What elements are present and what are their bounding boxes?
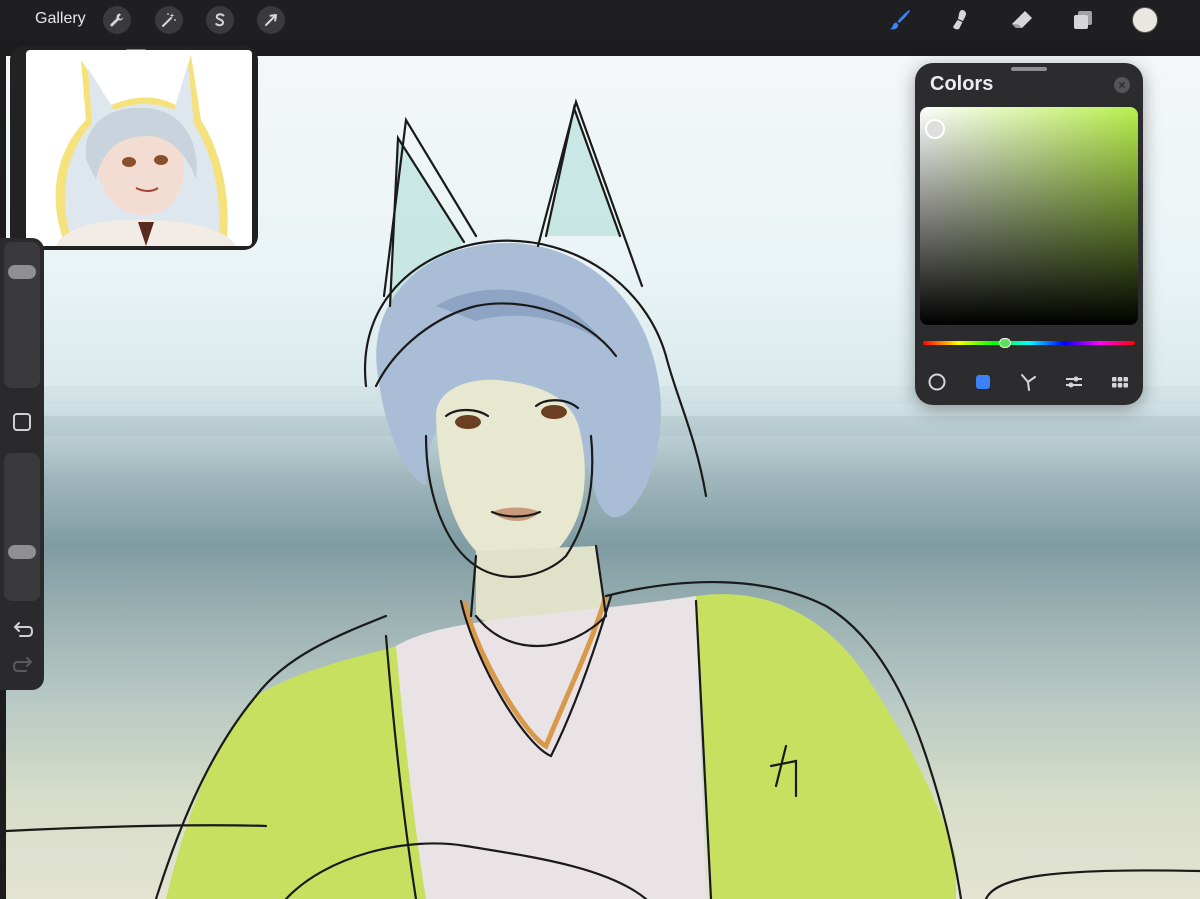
smudge-tool-button[interactable]	[946, 6, 974, 34]
layers-icon	[1074, 11, 1092, 29]
disc-mode-button[interactable]	[926, 371, 948, 393]
colors-panel-grabber[interactable]	[1011, 67, 1047, 71]
classic-mode-button[interactable]	[972, 371, 994, 393]
top-toolbar: Gallery	[0, 0, 1200, 40]
reference-window[interactable]	[10, 46, 258, 250]
brush-tool-button[interactable]	[886, 6, 914, 34]
harmony-mode-icon	[1021, 374, 1036, 391]
hue-slider[interactable]	[923, 338, 1135, 348]
close-icon[interactable]: ×	[1114, 77, 1130, 93]
magic-wand-icon	[162, 13, 176, 27]
brush-icon	[890, 10, 910, 30]
layers-button[interactable]	[1069, 6, 1097, 34]
selection-s-icon	[215, 13, 225, 27]
disc-mode-icon	[928, 373, 946, 391]
gallery-button[interactable]: Gallery	[35, 10, 86, 28]
redo-icon[interactable]	[12, 656, 34, 674]
colors-panel-title: Colors	[930, 73, 994, 95]
color-picker-cursor[interactable]	[925, 119, 945, 139]
undo-icon[interactable]	[12, 621, 34, 639]
hue-slider-thumb[interactable]	[999, 338, 1011, 348]
transform-button[interactable]	[257, 6, 285, 34]
palettes-mode-icon	[1112, 377, 1128, 388]
palettes-mode-button[interactable]	[1109, 371, 1131, 393]
classic-mode-icon	[976, 375, 990, 389]
modify-button[interactable]	[13, 413, 31, 431]
brush-size-thumb[interactable]	[8, 264, 36, 279]
adjustments-button[interactable]	[155, 6, 183, 34]
value-mode-button[interactable]	[1063, 371, 1085, 393]
saturation-brightness-picker[interactable]	[920, 107, 1138, 325]
jacket-left-fill	[166, 646, 426, 899]
right-eye	[541, 405, 567, 419]
actions-button[interactable]	[103, 6, 131, 34]
brush-opacity-thumb[interactable]	[8, 545, 36, 560]
brush-opacity-slider[interactable]	[4, 453, 40, 601]
reference-artwork	[55, 55, 236, 246]
smudge-icon	[953, 10, 967, 30]
shirt-fill	[396, 596, 706, 899]
value-mode-icon	[1066, 376, 1082, 388]
jacket-right-fill	[696, 594, 956, 899]
eraser-tool-button[interactable]	[1008, 6, 1036, 34]
transform-arrow-icon	[265, 14, 277, 26]
harmony-mode-button[interactable]	[1018, 371, 1040, 393]
reference-image	[26, 50, 252, 246]
colors-panel: Colors ×	[915, 63, 1143, 405]
wrench-icon	[110, 13, 124, 27]
brush-size-slider[interactable]	[4, 242, 40, 388]
selection-button[interactable]	[206, 6, 234, 34]
current-color-swatch[interactable]	[1132, 7, 1158, 33]
left-eye	[455, 415, 481, 429]
eraser-icon	[1012, 11, 1032, 28]
